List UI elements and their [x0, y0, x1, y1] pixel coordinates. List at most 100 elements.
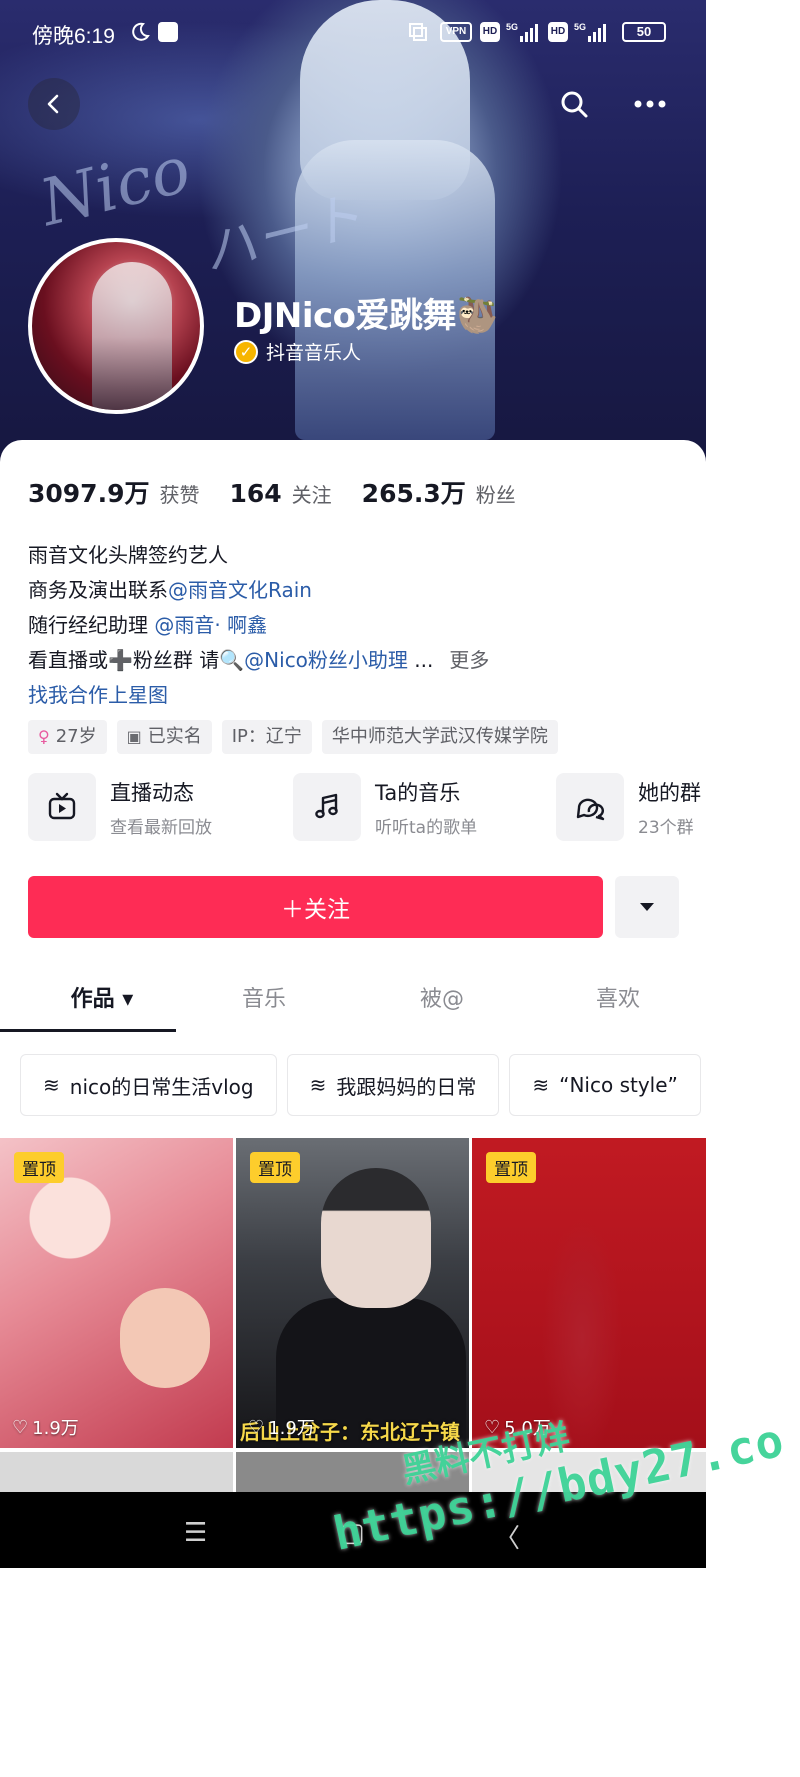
- back-button[interactable]: [28, 78, 80, 130]
- live-feed-entry[interactable]: 直播动态 查看最新回放: [28, 772, 212, 842]
- video-thumbnail[interactable]: 后山上岔子：东北辽宁镇 置顶 ♡ 1.9万: [236, 1138, 469, 1448]
- verified-check-icon: ✓: [234, 339, 258, 364]
- menu-nav-key[interactable]: ☰: [184, 1518, 207, 1548]
- verification-row[interactable]: ✓ 抖音音乐人: [234, 338, 361, 365]
- network-label-2: 5G: [574, 22, 586, 32]
- like-count-text: 1.9万: [32, 1418, 79, 1439]
- tab-mentions[interactable]: 被@: [354, 970, 530, 1030]
- search-button[interactable]: [548, 78, 600, 130]
- mention-link[interactable]: @雨音· 啊鑫: [154, 613, 267, 637]
- tag-text: 已实名: [147, 726, 202, 747]
- tab-underline: [0, 1029, 176, 1032]
- bio-text: 随行经纪助理: [28, 613, 155, 637]
- like-count: ♡ 1.9万: [248, 1414, 315, 1440]
- followers-count[interactable]: 265.3万: [362, 474, 466, 510]
- verification-label: 抖音音乐人: [266, 342, 362, 364]
- profile-tags: ♀ 27岁 ▣ 已实名 IP：辽宁 华中师范大学武汉传媒学院: [28, 720, 558, 754]
- mention-link[interactable]: @雨音文化Rain: [168, 578, 312, 602]
- layers-icon: ≋: [309, 1073, 327, 1097]
- bio-line: 随行经纪助理 @雨音· 啊鑫: [28, 608, 688, 643]
- chevron-left-icon: [47, 94, 59, 114]
- pinned-badge: 置顶: [14, 1152, 64, 1183]
- group-chat-icon: [556, 773, 624, 841]
- feature-subtitle: 听听ta的歌单: [375, 817, 478, 838]
- school-tag[interactable]: 华中师范大学武汉传媒学院: [321, 720, 558, 754]
- moon-icon: [132, 22, 150, 41]
- screen-share-icon: [409, 23, 427, 41]
- collection-label: 我跟妈妈的日常: [336, 1074, 477, 1099]
- stats-row: 3097.9万 获赞 164 关注 265.3万 粉丝: [28, 474, 546, 510]
- more-dots-icon: [634, 100, 666, 108]
- heart-icon: ♡: [12, 1416, 29, 1438]
- bio-line: 看直播或➕粉丝群 请🔍@Nico粉丝小助理 ... 更多: [28, 643, 688, 678]
- bio-ellipsis: ...: [407, 648, 434, 672]
- signal-icon-2: 5G: [574, 22, 606, 42]
- vpn-icon: VPN: [440, 22, 472, 42]
- feature-entries: 直播动态 查看最新回放 Ta的音乐 听听ta的歌单 她的群 23个群: [28, 772, 748, 844]
- collection-chip[interactable]: ≋ “Nico style”: [509, 1054, 701, 1116]
- content-tabs: 作品 ▾ 音乐 被@ 喜欢: [0, 970, 706, 1032]
- bio: 雨音文化头牌签约艺人 商务及演出联系@雨音文化Rain 随行经纪助理 @雨音· …: [28, 538, 688, 713]
- business-link[interactable]: 找我合作上星图: [28, 678, 688, 713]
- battery-icon: 50: [622, 22, 666, 42]
- status-time: 傍晚6:19: [32, 25, 115, 48]
- collection-label: nico的日常生活vlog: [69, 1074, 254, 1099]
- tag-text: 华中师范大学武汉传媒学院: [331, 726, 548, 747]
- ip-location-tag: IP：辽宁: [221, 720, 312, 754]
- heart-icon: ♡: [248, 1416, 265, 1438]
- feature-title: Ta的音乐: [375, 780, 461, 805]
- avatar[interactable]: [28, 238, 204, 414]
- feature-title: 她的群: [638, 780, 701, 805]
- id-card-icon: ▣: [126, 727, 142, 746]
- more-options-button[interactable]: [624, 78, 676, 130]
- bio-more-button[interactable]: 更多: [449, 648, 489, 672]
- bio-text: 看直播或➕粉丝群 请🔍: [28, 648, 245, 672]
- bio-text: 商务及演出联系: [28, 578, 168, 602]
- following-label[interactable]: 关注: [292, 479, 332, 508]
- like-count-text: 1.9万: [268, 1418, 315, 1439]
- feature-subtitle: 23个群: [638, 817, 694, 838]
- layers-icon: ≋: [532, 1073, 550, 1097]
- pinned-badge: 置顶: [486, 1152, 536, 1183]
- network-label: 5G: [506, 22, 518, 32]
- tab-likes[interactable]: 喜欢: [530, 970, 706, 1030]
- mention-link[interactable]: @Nico粉丝小助理: [244, 648, 408, 672]
- following-count[interactable]: 164: [229, 479, 281, 508]
- tag-text: 27岁: [55, 726, 97, 747]
- collections-row: ≋ nico的日常生活vlog ≋ 我跟妈妈的日常 ≋ “Nico style”: [20, 1054, 701, 1116]
- like-count: ♡ 1.9万: [12, 1414, 79, 1440]
- female-icon: ♀: [38, 727, 50, 746]
- app-notify-icon: [158, 22, 178, 42]
- group-chat-entry[interactable]: 她的群 23个群: [556, 772, 701, 842]
- music-entry[interactable]: Ta的音乐 听听ta的歌单: [293, 772, 477, 842]
- hd-icon: HD: [480, 22, 500, 42]
- status-bar: 傍晚6:19 VPN HD 5G HD 5G 50: [0, 10, 706, 54]
- followers-label[interactable]: 粉丝: [476, 479, 516, 508]
- collection-chip[interactable]: ≋ nico的日常生活vlog: [20, 1054, 277, 1116]
- likes-label: 获赞: [159, 483, 200, 507]
- signal-icon: 5G: [506, 22, 538, 42]
- banner-script-text: Nico: [33, 132, 198, 242]
- search-icon: [561, 91, 588, 118]
- music-note-icon: [293, 773, 361, 841]
- video-thumbnail[interactable]: 置顶 ♡ 1.9万: [0, 1138, 233, 1448]
- layers-icon: ≋: [43, 1073, 60, 1097]
- follow-button[interactable]: ＋关注: [28, 876, 603, 938]
- verified-name-tag: ▣ 已实名: [116, 720, 212, 754]
- recommend-dropdown-button[interactable]: [615, 876, 679, 938]
- tag-text: IP：辽宁: [231, 726, 302, 747]
- avatar-figure: [92, 262, 172, 410]
- tab-music[interactable]: 音乐: [176, 970, 352, 1030]
- bio-line: 商务及演出联系@雨音文化Rain: [28, 573, 688, 608]
- age-tag: ♀ 27岁: [28, 720, 107, 754]
- collection-chip[interactable]: ≋ 我跟妈妈的日常: [286, 1054, 500, 1116]
- tab-works[interactable]: 作品 ▾: [14, 970, 190, 1030]
- feature-title: 直播动态: [110, 780, 194, 805]
- bio-line: 雨音文化头牌签约艺人: [28, 543, 228, 567]
- thumbnail-figure: [120, 1288, 210, 1388]
- triangle-down-icon: [640, 903, 654, 911]
- thumbnail-face: [321, 1168, 431, 1308]
- feature-subtitle: 查看最新回放: [110, 817, 212, 838]
- likes-count: 3097.9万: [28, 479, 150, 508]
- profile-name: DJNico爱跳舞🦥: [234, 296, 498, 336]
